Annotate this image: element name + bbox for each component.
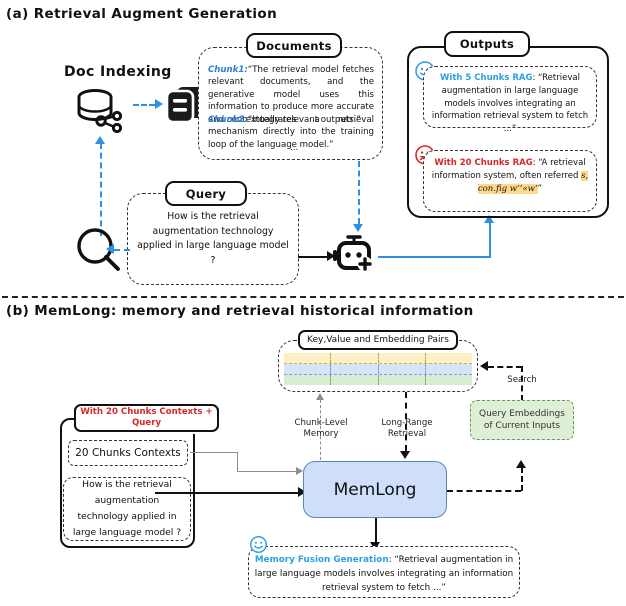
output-bad-text: With 20 Chunks RAG: “A retrieval informa…: [429, 157, 591, 197]
arrow-chunks-to-memlong-head: [296, 467, 303, 475]
magnifier-icon: [74, 226, 124, 278]
chunk2-key: Chunk2:: [208, 115, 248, 125]
memory-header-label: Key,Value and Embedding Pairs: [307, 335, 449, 345]
output-good-text: With 5 Chunks RAG: “Retrieval augmentati…: [429, 72, 591, 136]
documents-ellipsis: ...: [290, 143, 299, 153]
arrow-search-to-db: [100, 143, 102, 236]
outputs-header-chip: Outputs: [444, 31, 530, 57]
documents-header-label: Documents: [256, 38, 332, 53]
arrow-chunks-to-memlong-a: [190, 452, 238, 453]
robot-plus-icon: [333, 234, 377, 282]
arrow-db-to-docs-head: [155, 99, 163, 109]
outputs-header-label: Outputs: [459, 37, 515, 51]
arrow-documents-to-bot-head: [353, 224, 363, 232]
memory-cell: [331, 375, 379, 385]
query-text: How is the retrieval augmentation techno…: [137, 211, 289, 266]
arrow-query-to-search: [114, 249, 130, 251]
chunk1-key: Chunk1:: [208, 65, 248, 75]
section-divider: [2, 296, 624, 298]
arrow-query-to-bot: [298, 256, 328, 258]
memory-cell: [426, 364, 472, 374]
arrow-chunk-level-memory-head: [315, 393, 324, 400]
arrow-search-to-memory: [488, 366, 522, 368]
arrow-db-to-docs: [133, 104, 155, 106]
memory-fusion-key: Memory Fusion Generation: [254, 555, 389, 565]
arrow-memlong-to-output: [375, 518, 377, 544]
arrow-search-to-db-head: [95, 136, 105, 144]
arrow-memlong-to-embeddings-b: [521, 467, 523, 491]
query-embeddings-label: Query Embeddings of Current Inputs: [479, 408, 565, 431]
memory-cell: [426, 353, 472, 363]
memory-cell: [331, 353, 379, 363]
memory-cell: [379, 353, 426, 363]
prompt-banner-chip-label: With 20 Chunks Contexts + Query: [80, 407, 213, 428]
query-contexts-box: How is the retrieval augmentation techno…: [63, 477, 191, 541]
documents-header-chip: Documents: [246, 33, 342, 58]
chunks-contexts-label: 20 Chunks Contexts: [75, 447, 181, 459]
table-row: [284, 375, 472, 385]
query-header-chip: Query: [165, 181, 247, 206]
database-icon: [75, 88, 129, 140]
arrow-query-to-search-head: [106, 244, 114, 254]
table-row: [284, 364, 472, 375]
arrow-chunks-to-memlong-b: [237, 452, 238, 472]
output-bad-tail: ”: [537, 184, 543, 195]
memlong-label: MemLong: [333, 479, 417, 500]
search-label: Search: [507, 375, 537, 385]
memory-cell: [284, 364, 332, 374]
memory-table: [284, 353, 472, 385]
chunks-contexts-box: 20 Chunks Contexts: [68, 440, 188, 466]
query-header-label: Query: [185, 186, 227, 201]
memory-cell: [379, 375, 426, 385]
memory-header-chip: Key,Value and Embedding Pairs: [298, 330, 458, 350]
arrow-memlong-to-embeddings-a: [447, 490, 521, 492]
memory-fusion-text: Memory Fusion Generation: “Retrieval aug…: [254, 553, 514, 595]
memlong-core: MemLong: [303, 461, 447, 518]
memory-cell: [284, 353, 332, 363]
long-range-retrieval-label: Long-Range Retrieval: [381, 418, 433, 440]
section-b-title: (b) MemLong: memory and retrieval histor…: [6, 303, 474, 319]
output-good-key: With 5 Chunks RAG: [440, 73, 533, 83]
chunk-level-memory-label: Chunk-Level Memory: [294, 418, 348, 440]
arrow-long-range-retrieval-head: [400, 451, 410, 459]
memory-cell: [331, 364, 379, 374]
memory-cell: [426, 375, 472, 385]
arrow-bot-to-outputs: [378, 256, 491, 258]
query-embeddings-box: Query Embeddings of Current Inputs: [470, 400, 574, 440]
arrow-search-head: [480, 361, 488, 371]
table-row: [284, 353, 472, 364]
arrow-documents-to-bot: [358, 161, 360, 224]
arrow-chunks-to-memlong-c: [237, 471, 297, 472]
prompt-banner-chip: With 20 Chunks Contexts + Query: [74, 404, 219, 432]
arrow-bot-to-outputs-riser: [489, 222, 491, 258]
output-bad-key: With 20 Chunks RAG: [434, 158, 533, 168]
memory-cell: [379, 364, 426, 374]
doc-indexing-label: Doc Indexing: [64, 64, 172, 80]
query-contexts-label: How is the retrieval augmentation techno…: [72, 478, 182, 539]
arrow-query-to-memlong: [155, 492, 300, 494]
arrow-memlong-to-embeddings-head: [516, 460, 526, 468]
memory-cell: [284, 375, 332, 385]
section-a-title: (a) Retrieval Augment Generation: [6, 6, 278, 22]
